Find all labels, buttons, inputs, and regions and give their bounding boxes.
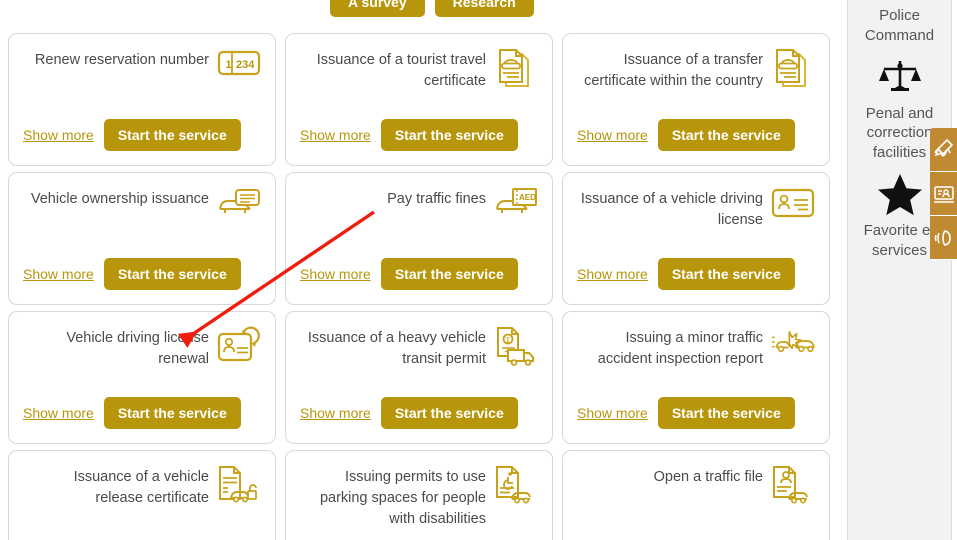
speech-voice-icon[interactable] bbox=[930, 216, 957, 260]
scales-of-justice-icon bbox=[854, 50, 945, 104]
card-title: Open a traffic file bbox=[653, 469, 763, 485]
card-title: Issuance of a vehicle driving license bbox=[580, 191, 763, 229]
show-more-link[interactable]: Show more bbox=[23, 127, 94, 143]
card-title: Issuance of a transfer certificate withi… bbox=[584, 52, 763, 90]
card-actions: Show more Start the service bbox=[577, 397, 815, 429]
start-service-button[interactable]: Start the service bbox=[657, 397, 795, 429]
car-card-icon bbox=[217, 187, 261, 227]
document-person-car-icon bbox=[771, 465, 815, 505]
card-title: Issuing a minor traffic accident inspect… bbox=[597, 330, 763, 368]
id-card-renew-icon bbox=[217, 326, 261, 366]
service-card-grid: Renew reservation number 1 234 Show more… bbox=[8, 33, 836, 540]
show-more-link[interactable]: Show more bbox=[577, 127, 648, 143]
service-card[interactable]: Renew reservation number 1 234 Show more… bbox=[8, 33, 276, 166]
show-more-link[interactable]: Show more bbox=[23, 405, 94, 421]
research-button[interactable]: Research bbox=[434, 0, 534, 17]
survey-button[interactable]: A survey bbox=[330, 0, 425, 17]
card-title: Pay traffic fines bbox=[387, 191, 486, 207]
show-more-link[interactable]: Show more bbox=[300, 266, 371, 282]
card-title: Issuance of a tourist travel certificate bbox=[316, 52, 486, 90]
service-card[interactable]: Issuing a minor traffic accident inspect… bbox=[562, 311, 830, 444]
card-title: Vehicle ownership issuance bbox=[30, 191, 209, 207]
card-header: Issuance of a tourist travel certificate bbox=[300, 48, 538, 92]
card-header: Issuance of a heavy vehicle transit perm… bbox=[300, 326, 538, 370]
card-header: Vehicle driving license renewal bbox=[23, 326, 261, 370]
service-card[interactable]: Issuance of a tourist travel certificate… bbox=[285, 33, 553, 166]
screen-agent-icon[interactable] bbox=[930, 172, 957, 216]
card-header: Open a traffic file bbox=[577, 465, 815, 505]
card-header: Issuance of a vehicle release certificat… bbox=[23, 465, 261, 509]
svg-text:AED: AED bbox=[519, 193, 536, 202]
card-actions: Show more Start the service bbox=[577, 119, 815, 151]
sidebar-item-police-command[interactable]: Police Command bbox=[848, 6, 951, 46]
card-header: Renew reservation number 1 234 bbox=[23, 48, 261, 88]
card-actions: Show more Start the service bbox=[577, 258, 815, 290]
card-header: Vehicle ownership issuance bbox=[23, 187, 261, 227]
start-service-button[interactable]: Start the service bbox=[103, 397, 241, 429]
category-sidebar: Police Command Penal and correction faci… bbox=[847, 0, 952, 540]
start-service-button[interactable]: Start the service bbox=[380, 119, 518, 151]
svg-text:T: T bbox=[506, 337, 511, 345]
service-card[interactable]: Pay traffic fines AED Show more Start th… bbox=[285, 172, 553, 305]
service-card[interactable]: Issuance of a transfer certificate withi… bbox=[562, 33, 830, 166]
document-truck-icon: T bbox=[494, 326, 538, 366]
card-title: Issuing permits to use parking spaces fo… bbox=[319, 469, 486, 528]
card-actions: Show more Start the service bbox=[23, 258, 261, 290]
service-card[interactable]: Open a traffic file bbox=[562, 450, 830, 540]
page-root: A survey Research Renew reservation numb… bbox=[0, 0, 957, 540]
start-service-button[interactable]: Start the service bbox=[380, 258, 518, 290]
service-card[interactable]: Issuance of a vehicle driving license Sh… bbox=[562, 172, 830, 305]
card-header: Issuing permits to use parking spaces fo… bbox=[300, 465, 538, 530]
document-car-icon bbox=[494, 48, 538, 88]
top-button-bar: A survey Research bbox=[330, 0, 534, 17]
card-actions: Show more Start the service bbox=[300, 397, 538, 429]
service-card[interactable]: Issuance of a heavy vehicle transit perm… bbox=[285, 311, 553, 444]
svg-text:234: 234 bbox=[236, 59, 255, 71]
card-header: Pay traffic fines AED bbox=[300, 187, 538, 227]
card-actions: Show more Start the service bbox=[23, 397, 261, 429]
service-card[interactable]: Vehicle ownership issuance Show more Sta… bbox=[8, 172, 276, 305]
card-header: Issuance of a transfer certificate withi… bbox=[577, 48, 815, 92]
card-title: Issuance of a heavy vehicle transit perm… bbox=[307, 330, 486, 368]
sidebar-item-label: Police Command bbox=[864, 7, 935, 44]
document-accessibility-car-icon bbox=[494, 465, 538, 505]
document-car-icon bbox=[771, 48, 815, 88]
service-card[interactable]: Issuance of a vehicle release certificat… bbox=[8, 450, 276, 540]
id-card-icon bbox=[771, 187, 815, 227]
show-more-link[interactable]: Show more bbox=[23, 266, 94, 282]
start-service-button[interactable]: Start the service bbox=[380, 397, 518, 429]
floating-tool-tabs bbox=[930, 128, 957, 260]
card-header: Issuing a minor traffic accident inspect… bbox=[577, 326, 815, 370]
start-service-button[interactable]: Start the service bbox=[657, 258, 795, 290]
service-card[interactable]: Vehicle driving license renewal Show mor… bbox=[8, 311, 276, 444]
show-more-link[interactable]: Show more bbox=[300, 127, 371, 143]
show-more-link[interactable]: Show more bbox=[577, 266, 648, 282]
car-collision-icon bbox=[771, 326, 815, 366]
card-header: Issuance of a vehicle driving license bbox=[577, 187, 815, 231]
card-actions: Show more Start the service bbox=[23, 119, 261, 151]
card-title: Renew reservation number bbox=[34, 52, 209, 68]
start-service-button[interactable]: Start the service bbox=[103, 258, 241, 290]
start-service-button[interactable]: Start the service bbox=[657, 119, 795, 151]
car-money-icon: AED bbox=[494, 187, 538, 227]
service-card[interactable]: Issuing permits to use parking spaces fo… bbox=[285, 450, 553, 540]
card-title: Vehicle driving license renewal bbox=[66, 330, 209, 368]
show-more-link[interactable]: Show more bbox=[577, 405, 648, 421]
start-service-button[interactable]: Start the service bbox=[103, 119, 241, 151]
svg-text:1: 1 bbox=[226, 59, 232, 71]
card-actions: Show more Start the service bbox=[300, 119, 538, 151]
show-more-link[interactable]: Show more bbox=[300, 405, 371, 421]
card-title: Issuance of a vehicle release certificat… bbox=[73, 469, 209, 507]
queue-ticket-icon: 1 234 bbox=[217, 48, 261, 88]
signature-pen-icon[interactable] bbox=[930, 128, 957, 172]
card-actions: Show more Start the service bbox=[300, 258, 538, 290]
document-car-unlock-icon bbox=[217, 465, 261, 505]
